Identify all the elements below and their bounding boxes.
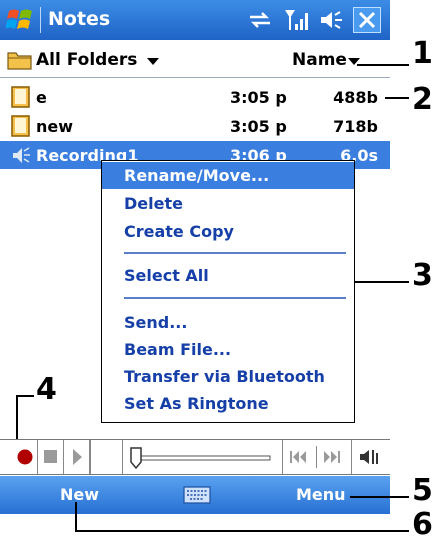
- callout-line: [355, 281, 409, 283]
- file-size: 488b: [333, 88, 378, 107]
- callout-number: 5: [412, 473, 433, 508]
- signal-icon[interactable]: [283, 8, 311, 32]
- play-button[interactable]: [64, 440, 90, 474]
- sync-icon[interactable]: [247, 10, 273, 30]
- menu-item-rename-move[interactable]: Rename/Move...: [102, 162, 354, 189]
- menu-item-send[interactable]: Send...: [102, 309, 354, 336]
- context-menu: Rename/Move... Delete Create Copy Select…: [101, 160, 355, 423]
- close-button[interactable]: [353, 7, 381, 33]
- menu-item-delete[interactable]: Delete: [102, 190, 354, 217]
- callout-line: [16, 395, 18, 439]
- position-slider[interactable]: [128, 446, 280, 470]
- menu-divider: [124, 252, 346, 254]
- keyboard-icon[interactable]: [183, 486, 211, 504]
- menu-item-beam-file[interactable]: Beam File...: [102, 336, 354, 363]
- player-bar: [0, 439, 390, 475]
- note-icon: [11, 86, 30, 108]
- menu-bar: New Menu: [0, 476, 390, 514]
- close-icon: [358, 11, 376, 29]
- callout-number: 1: [412, 36, 433, 71]
- record-button[interactable]: [12, 440, 38, 474]
- stop-button[interactable]: [38, 440, 64, 474]
- next-icon[interactable]: [322, 448, 342, 466]
- folder-dropdown[interactable]: All Folders: [36, 50, 137, 70]
- previous-icon[interactable]: [288, 448, 308, 466]
- chevron-down-icon[interactable]: [147, 58, 159, 66]
- file-row[interactable]: e 3:05 p 488b: [0, 83, 390, 111]
- note-icon: [11, 115, 30, 137]
- callout-line: [385, 97, 409, 99]
- play-icon: [73, 449, 82, 465]
- file-name: e: [36, 88, 47, 107]
- menu-button[interactable]: Menu: [296, 485, 346, 504]
- record-icon: [17, 449, 33, 465]
- title-bar: Notes: [0, 0, 390, 40]
- callout-number: 6: [412, 507, 433, 542]
- speaker-icon[interactable]: [318, 9, 344, 31]
- menu-item-select-all[interactable]: Select All: [102, 262, 354, 289]
- sort-dropdown[interactable]: Name: [292, 50, 347, 70]
- menu-item-create-copy[interactable]: Create Copy: [102, 218, 354, 245]
- file-size: 718b: [333, 117, 378, 136]
- windows-start-icon[interactable]: [6, 6, 36, 34]
- folder-bar: All Folders Name: [0, 41, 390, 78]
- speaker-wave-icon: [13, 147, 30, 163]
- app-title: Notes: [48, 8, 111, 30]
- menu-item-set-ringtone[interactable]: Set As Ringtone: [102, 390, 354, 417]
- stop-icon: [44, 450, 57, 463]
- menu-divider: [124, 297, 346, 299]
- callout-line: [350, 496, 409, 498]
- file-row[interactable]: new 3:05 p 718b: [0, 112, 390, 140]
- file-name: new: [36, 117, 74, 136]
- file-time: 3:05 p: [230, 88, 287, 107]
- callout-number: 2: [412, 82, 433, 117]
- callout-number: 3: [412, 258, 433, 293]
- volume-icon[interactable]: [358, 447, 382, 467]
- folder-icon: [7, 52, 32, 70]
- callout-line: [75, 530, 409, 532]
- callout-line: [357, 64, 409, 66]
- callout-line: [16, 395, 34, 397]
- callout-number: 4: [36, 372, 57, 407]
- menu-item-transfer-bluetooth[interactable]: Transfer via Bluetooth: [102, 363, 354, 390]
- file-time: 3:05 p: [230, 117, 287, 136]
- new-button[interactable]: New: [60, 485, 99, 504]
- callout-line: [75, 502, 77, 532]
